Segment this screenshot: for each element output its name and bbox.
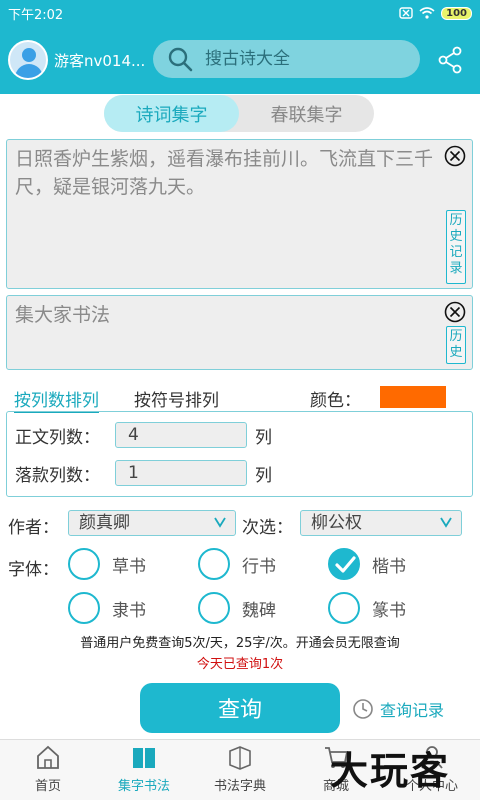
body-columns-unit: 列 <box>255 427 272 448</box>
author-select[interactable]: 颜真卿 <box>68 510 236 536</box>
dictionary-icon <box>229 746 251 770</box>
font-label: 字体： <box>8 560 59 580</box>
sort-by-column[interactable]: 按列数排列 <box>14 386 99 413</box>
clear-icon[interactable] <box>444 145 466 167</box>
font-option-cursive[interactable]: 草书 <box>68 548 146 580</box>
poem-text[interactable]: 日照香炉生紫烟，遥看瀑布挂前川。飞流直下三千尺，疑是银河落九天。 <box>15 145 435 201</box>
tab-poem[interactable]: 诗词集字 <box>104 95 239 132</box>
checkmark-icon <box>335 556 356 573</box>
color-label: 颜色： <box>310 391 361 411</box>
columns-box: 正文列数： 4 列 落款列数： 1 列 <box>6 411 473 497</box>
alt-author-select[interactable]: 柳公权 <box>300 510 462 536</box>
nav-home[interactable]: 首页 <box>0 740 96 800</box>
title-history-button[interactable]: 历史 <box>446 326 466 364</box>
radio-circle[interactable] <box>328 592 360 624</box>
clear-icon[interactable] <box>444 301 466 323</box>
nav-label: 集字书法 <box>117 779 170 794</box>
mode-tabs: 诗词集字 春联集字 <box>104 95 374 132</box>
font-option-label: 楷书 <box>372 556 406 577</box>
body-columns-row: 正文列数： 4 列 <box>15 422 272 448</box>
sort-row: 按列数排列 按符号排列 颜色： <box>14 386 466 413</box>
status-icons: 100 <box>399 6 472 20</box>
nav-label: 首页 <box>34 779 61 794</box>
status-bar: 下午2:02 100 <box>0 0 480 26</box>
status-time: 下午2:02 <box>8 7 64 23</box>
home-icon <box>37 745 59 769</box>
font-option-label: 草书 <box>112 556 146 577</box>
clock-icon <box>353 699 373 719</box>
radio-circle-checked[interactable] <box>328 548 360 580</box>
nav-calligraphy[interactable]: 集字书法 <box>96 740 192 800</box>
search-box[interactable] <box>153 40 420 78</box>
sim-close-icon <box>399 7 413 19</box>
app-header: 游客nv014... <box>0 26 480 94</box>
poem-history-button[interactable]: 历史记录 <box>446 210 466 284</box>
sign-columns-input[interactable]: 1 <box>115 460 247 486</box>
font-option-seal[interactable]: 篆书 <box>328 592 406 624</box>
query-count-notice: 今天已查询1次 <box>196 657 284 672</box>
font-option-label: 魏碑 <box>242 600 276 621</box>
radio-circle[interactable] <box>68 548 100 580</box>
query-button[interactable]: 查询 <box>140 683 340 733</box>
username[interactable]: 游客nv014... <box>54 50 145 71</box>
wifi-icon <box>419 7 435 19</box>
sign-columns-unit: 列 <box>255 465 272 486</box>
font-option-label: 篆书 <box>372 600 406 621</box>
poem-textarea[interactable]: 日照香炉生紫烟，遥看瀑布挂前川。飞流直下三千尺，疑是银河落九天。 历史记录 <box>6 139 473 289</box>
font-option-clerical[interactable]: 隶书 <box>68 592 146 624</box>
chevron-down-icon <box>440 517 452 528</box>
book-icon <box>133 748 155 768</box>
alt-author-value: 柳公权 <box>311 513 362 533</box>
color-swatch[interactable] <box>380 386 446 408</box>
usage-notice: 普通用户免费查询5次/天，25字/次。开通会员无限查询 <box>80 636 400 651</box>
font-option-running[interactable]: 行书 <box>198 548 276 580</box>
query-record-link[interactable]: 查询记录 <box>352 697 444 721</box>
chevron-down-icon <box>214 517 226 528</box>
body-columns-label: 正文列数： <box>15 427 100 448</box>
nav-label: 书法字典 <box>213 779 266 794</box>
avatar[interactable] <box>8 40 48 80</box>
font-option-regular[interactable]: 楷书 <box>328 548 406 580</box>
watermark: 大玩客 <box>330 749 451 793</box>
radio-circle[interactable] <box>198 548 230 580</box>
font-option-weibei[interactable]: 魏碑 <box>198 592 276 624</box>
alt-author-label: 次选： <box>242 518 293 538</box>
radio-circle[interactable] <box>68 592 100 624</box>
nav-dictionary[interactable]: 书法字典 <box>192 740 288 800</box>
title-textarea[interactable]: 集大家书法 历史 <box>6 295 473 370</box>
author-value: 颜真卿 <box>79 513 130 533</box>
author-label: 作者： <box>8 518 59 538</box>
sort-by-symbol[interactable]: 按符号排列 <box>134 386 219 411</box>
search-input[interactable] <box>205 49 405 69</box>
body-columns-input[interactable]: 4 <box>115 422 247 448</box>
share-icon[interactable] <box>438 46 462 74</box>
author-select-row: 作者： 颜真卿 次选： 柳公权 <box>8 510 468 538</box>
title-text[interactable]: 集大家书法 <box>15 301 435 329</box>
sign-columns-row: 落款列数： 1 列 <box>15 460 272 486</box>
sign-columns-label: 落款列数： <box>15 465 100 486</box>
query-record-label: 查询记录 <box>380 701 445 720</box>
radio-circle[interactable] <box>198 592 230 624</box>
font-option-label: 隶书 <box>112 600 146 621</box>
font-option-label: 行书 <box>242 556 276 577</box>
search-icon <box>168 47 193 72</box>
battery-indicator: 100 <box>441 6 472 20</box>
tab-couplet[interactable]: 春联集字 <box>239 95 374 132</box>
